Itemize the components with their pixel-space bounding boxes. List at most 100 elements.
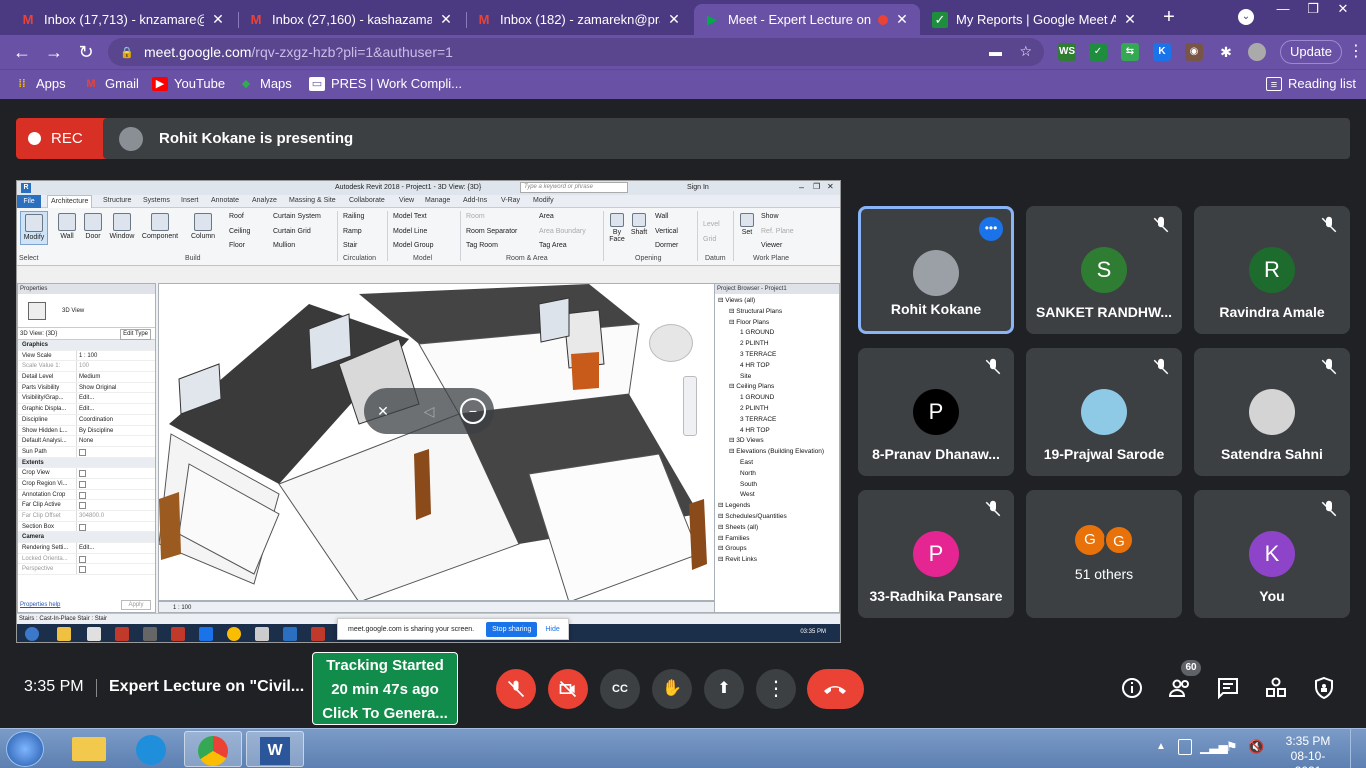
checkbox[interactable] bbox=[79, 523, 86, 531]
captions-button[interactable]: CC bbox=[600, 669, 640, 709]
grid-tool[interactable]: Grid bbox=[703, 236, 716, 243]
explorer-icon[interactable] bbox=[57, 627, 71, 641]
level-tool[interactable]: Level bbox=[703, 221, 720, 228]
revit-tab-collaborate[interactable]: Collaborate bbox=[349, 197, 385, 204]
bookmark-youtube[interactable]: ▶ YouTube bbox=[152, 76, 225, 91]
participant-tile-you[interactable]: K You bbox=[1194, 490, 1350, 618]
attendance-tracker-button[interactable]: Tracking Started 20 min 47s ago Click To… bbox=[312, 652, 458, 725]
chrome-icon[interactable] bbox=[227, 627, 241, 641]
more-options-icon[interactable]: ••• bbox=[979, 217, 1003, 241]
mute-off-icon[interactable]: ◁ bbox=[416, 398, 442, 424]
project-tree-node[interactable]: 3 TERRACE bbox=[718, 415, 839, 426]
leave-call-button[interactable] bbox=[807, 669, 864, 709]
project-tree-node[interactable]: ⊟ Groups bbox=[718, 544, 839, 555]
properties-row[interactable]: Far Clip Active bbox=[18, 500, 155, 511]
revit-3d-viewport[interactable] bbox=[158, 283, 716, 601]
taskbar-chrome[interactable] bbox=[184, 731, 242, 767]
close-tab-icon[interactable]: ✕ bbox=[666, 11, 682, 28]
activities-icon[interactable] bbox=[1264, 676, 1288, 700]
project-tree-node[interactable]: 3 TERRACE bbox=[718, 350, 839, 361]
pdf-icon[interactable] bbox=[115, 627, 129, 641]
revit-tab-manage[interactable]: Manage bbox=[425, 197, 450, 204]
project-tree-node[interactable]: 4 HR TOP bbox=[718, 426, 839, 437]
stair-tool[interactable]: Stair bbox=[343, 242, 357, 249]
show-desktop-button[interactable] bbox=[1350, 729, 1366, 768]
close-tab-icon[interactable]: ✕ bbox=[894, 11, 910, 28]
check-extension-icon[interactable]: ✓ bbox=[1089, 43, 1107, 61]
properties-section-header[interactable]: Graphics bbox=[18, 340, 155, 351]
revit-tab-view[interactable]: View bbox=[399, 197, 414, 204]
apply-button[interactable]: Apply bbox=[121, 600, 151, 610]
property-value[interactable]: 100 bbox=[76, 361, 155, 372]
system-clock[interactable]: 3:35 PM 08-10-2021 bbox=[1278, 734, 1338, 768]
browser-tab-meet[interactable]: ▶ Meet - Expert Lecture on " ✕ bbox=[694, 4, 920, 35]
revit-tab-analyze[interactable]: Analyze bbox=[252, 197, 277, 204]
properties-row[interactable]: Sun Path bbox=[18, 446, 155, 458]
revit-tab-file[interactable]: File bbox=[17, 195, 41, 208]
edit-type-button[interactable]: Edit Type bbox=[120, 329, 151, 340]
project-tree-node[interactable]: 2 PLINTH bbox=[718, 404, 839, 415]
property-value[interactable] bbox=[76, 489, 155, 500]
area-tool[interactable]: Area bbox=[539, 213, 554, 220]
project-tree-node[interactable]: ⊟ Views (all) bbox=[718, 296, 839, 307]
project-tree-node[interactable]: ⊟ Legends bbox=[718, 501, 839, 512]
viewer-tool[interactable]: Viewer bbox=[761, 242, 782, 249]
start-orb-icon[interactable] bbox=[25, 627, 39, 641]
volume-muted-icon[interactable]: 🔇 bbox=[1248, 739, 1264, 755]
properties-row[interactable]: Crop View bbox=[18, 468, 155, 479]
revit-tab-vray[interactable]: V-Ray bbox=[501, 197, 520, 204]
property-value[interactable]: 304800.0 bbox=[76, 511, 155, 521]
by-face-tool[interactable]: By Face bbox=[607, 213, 627, 243]
minimize-window-icon[interactable]: — bbox=[1268, 0, 1298, 18]
more-options-button[interactable]: ⋮ bbox=[756, 669, 796, 709]
taskbar-word[interactable]: W bbox=[246, 731, 304, 767]
revit-tab-modify[interactable]: Modify bbox=[533, 197, 554, 204]
type-selector[interactable]: 3D View bbox=[18, 294, 155, 328]
checkbox[interactable] bbox=[79, 491, 86, 499]
microphone-toggle[interactable] bbox=[496, 669, 536, 709]
address-bar[interactable]: 🔒 meet.google.com/rqv-zxgz-hzb?pli=1&aut… bbox=[108, 38, 1044, 66]
curtain-system-tool[interactable]: Curtain System bbox=[273, 213, 321, 220]
property-value[interactable]: Edit... bbox=[76, 543, 155, 553]
restore-window-icon[interactable]: ❐ bbox=[813, 182, 820, 191]
railing-tool[interactable]: Railing bbox=[343, 213, 364, 220]
project-tree-node[interactable]: ⊟ 3D Views bbox=[718, 436, 839, 447]
dormer-tool[interactable]: Dormer bbox=[655, 242, 678, 249]
wall-tool[interactable]: Wall bbox=[55, 213, 79, 240]
start-button[interactable] bbox=[6, 731, 44, 767]
participant-tile-4[interactable]: P 8-Pranav Dhanaw... bbox=[858, 348, 1014, 476]
properties-row[interactable]: View Scale 1 : 100 bbox=[18, 350, 155, 362]
reload-icon[interactable]: ↻ bbox=[74, 40, 98, 64]
close-window-icon[interactable]: ✕ bbox=[827, 182, 834, 191]
app-icon[interactable] bbox=[311, 627, 325, 641]
property-value[interactable] bbox=[76, 478, 155, 489]
participant-tile-7[interactable]: P 33-Radhika Pansare bbox=[858, 490, 1014, 618]
tag-room-tool[interactable]: Tag Room bbox=[466, 242, 498, 249]
app-icon[interactable] bbox=[255, 627, 269, 641]
properties-section-header[interactable]: Camera bbox=[18, 532, 155, 544]
property-value[interactable]: 1 : 100 bbox=[76, 350, 155, 361]
revit-tab-structure[interactable]: Structure bbox=[103, 197, 131, 204]
column-tool[interactable]: Column bbox=[187, 213, 219, 240]
profile-avatar-icon[interactable] bbox=[1248, 43, 1266, 61]
project-tree-node[interactable]: 1 GROUND bbox=[718, 328, 839, 339]
checkbox[interactable] bbox=[79, 555, 86, 563]
browser-menu-icon[interactable]: ⋮ bbox=[1348, 40, 1364, 64]
curtain-grid-tool[interactable]: Curtain Grid bbox=[273, 228, 311, 235]
shaft-tool[interactable]: Shaft bbox=[629, 213, 649, 236]
revit-tab-architecture[interactable]: Architecture bbox=[47, 195, 93, 208]
instance-selector[interactable]: 3D View: {3D} Edit Type bbox=[18, 328, 155, 340]
checkbox[interactable] bbox=[79, 480, 86, 488]
model-group-tool[interactable]: Model Group bbox=[393, 242, 433, 249]
properties-row[interactable]: Annotation Crop bbox=[18, 489, 155, 501]
properties-row[interactable]: Perspective bbox=[18, 564, 155, 576]
hide-share-bar-button[interactable]: Hide bbox=[545, 626, 559, 633]
bookmark-star-icon[interactable]: ☆ bbox=[1019, 43, 1032, 60]
component-tool[interactable]: Component bbox=[139, 213, 181, 240]
project-tree-node[interactable]: 1 GROUND bbox=[718, 393, 839, 404]
properties-row[interactable]: Far Clip Offset 304800.0 bbox=[18, 511, 155, 522]
k-extension-icon[interactable]: K bbox=[1153, 43, 1171, 61]
camera-toggle[interactable] bbox=[548, 669, 588, 709]
revit-taskbar-icon[interactable] bbox=[283, 627, 297, 641]
project-tree-node[interactable]: ⊟ Structural Plans bbox=[718, 307, 839, 318]
